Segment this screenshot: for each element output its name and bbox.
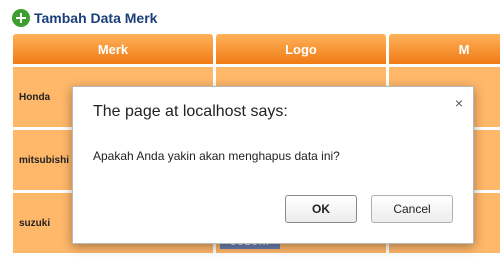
add-merk-link[interactable]: Tambah Data Merk bbox=[12, 8, 157, 28]
confirm-dialog: The page at localhost says: × Apakah And… bbox=[72, 86, 474, 244]
table-header-row: Merk Logo M bbox=[13, 34, 500, 64]
close-icon[interactable]: × bbox=[455, 95, 463, 111]
plus-circle-icon bbox=[12, 9, 30, 27]
column-header-merk: Merk bbox=[13, 34, 213, 64]
ok-button[interactable]: OK bbox=[285, 195, 357, 223]
cancel-button[interactable]: Cancel bbox=[371, 195, 453, 223]
column-header-truncated: M bbox=[389, 34, 500, 64]
add-merk-label: Tambah Data Merk bbox=[34, 10, 158, 26]
dialog-message: Apakah Anda yakin akan menghapus data in… bbox=[93, 149, 340, 163]
dialog-title: The page at localhost says: bbox=[93, 103, 288, 120]
column-header-logo: Logo bbox=[216, 34, 386, 64]
